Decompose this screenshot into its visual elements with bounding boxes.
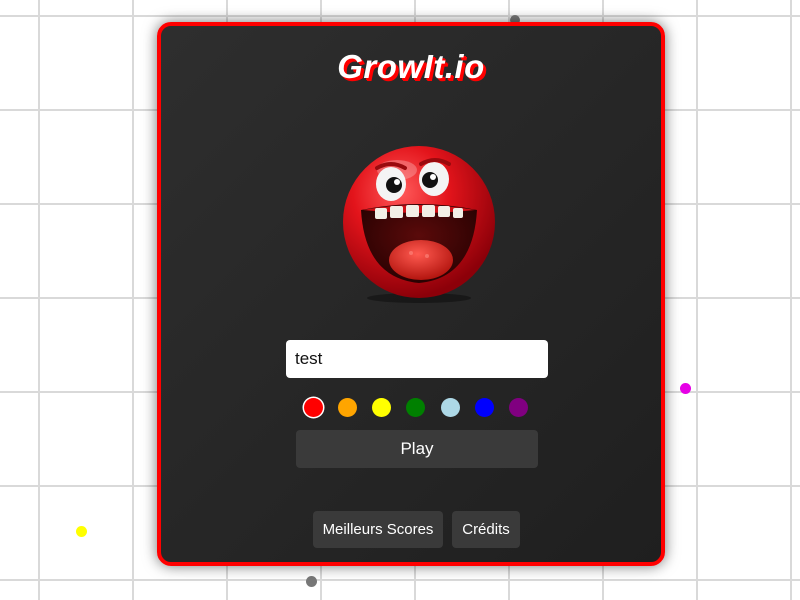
red-ball-monster-icon xyxy=(343,146,495,303)
color-swatch[interactable] xyxy=(304,398,323,417)
color-picker xyxy=(304,398,528,418)
pellet-gray xyxy=(306,576,317,587)
player-name-input[interactable] xyxy=(286,340,548,378)
play-button[interactable]: Play xyxy=(296,430,538,468)
game-title: GrowIt.io xyxy=(337,48,485,85)
color-swatch[interactable] xyxy=(440,398,460,417)
color-swatch[interactable] xyxy=(474,398,494,417)
color-swatch[interactable] xyxy=(508,398,528,417)
high-scores-button[interactable]: Meilleurs Scores xyxy=(313,511,443,548)
color-swatch[interactable] xyxy=(338,398,358,417)
start-menu-panel: GrowIt.io test Play Meilleurs Scores Cré… xyxy=(157,22,665,566)
pellet-magenta xyxy=(680,383,691,394)
color-swatch[interactable] xyxy=(372,398,392,417)
color-swatch[interactable] xyxy=(406,398,426,417)
credits-button[interactable]: Crédits xyxy=(452,511,520,548)
pellet-yellow xyxy=(76,526,87,537)
